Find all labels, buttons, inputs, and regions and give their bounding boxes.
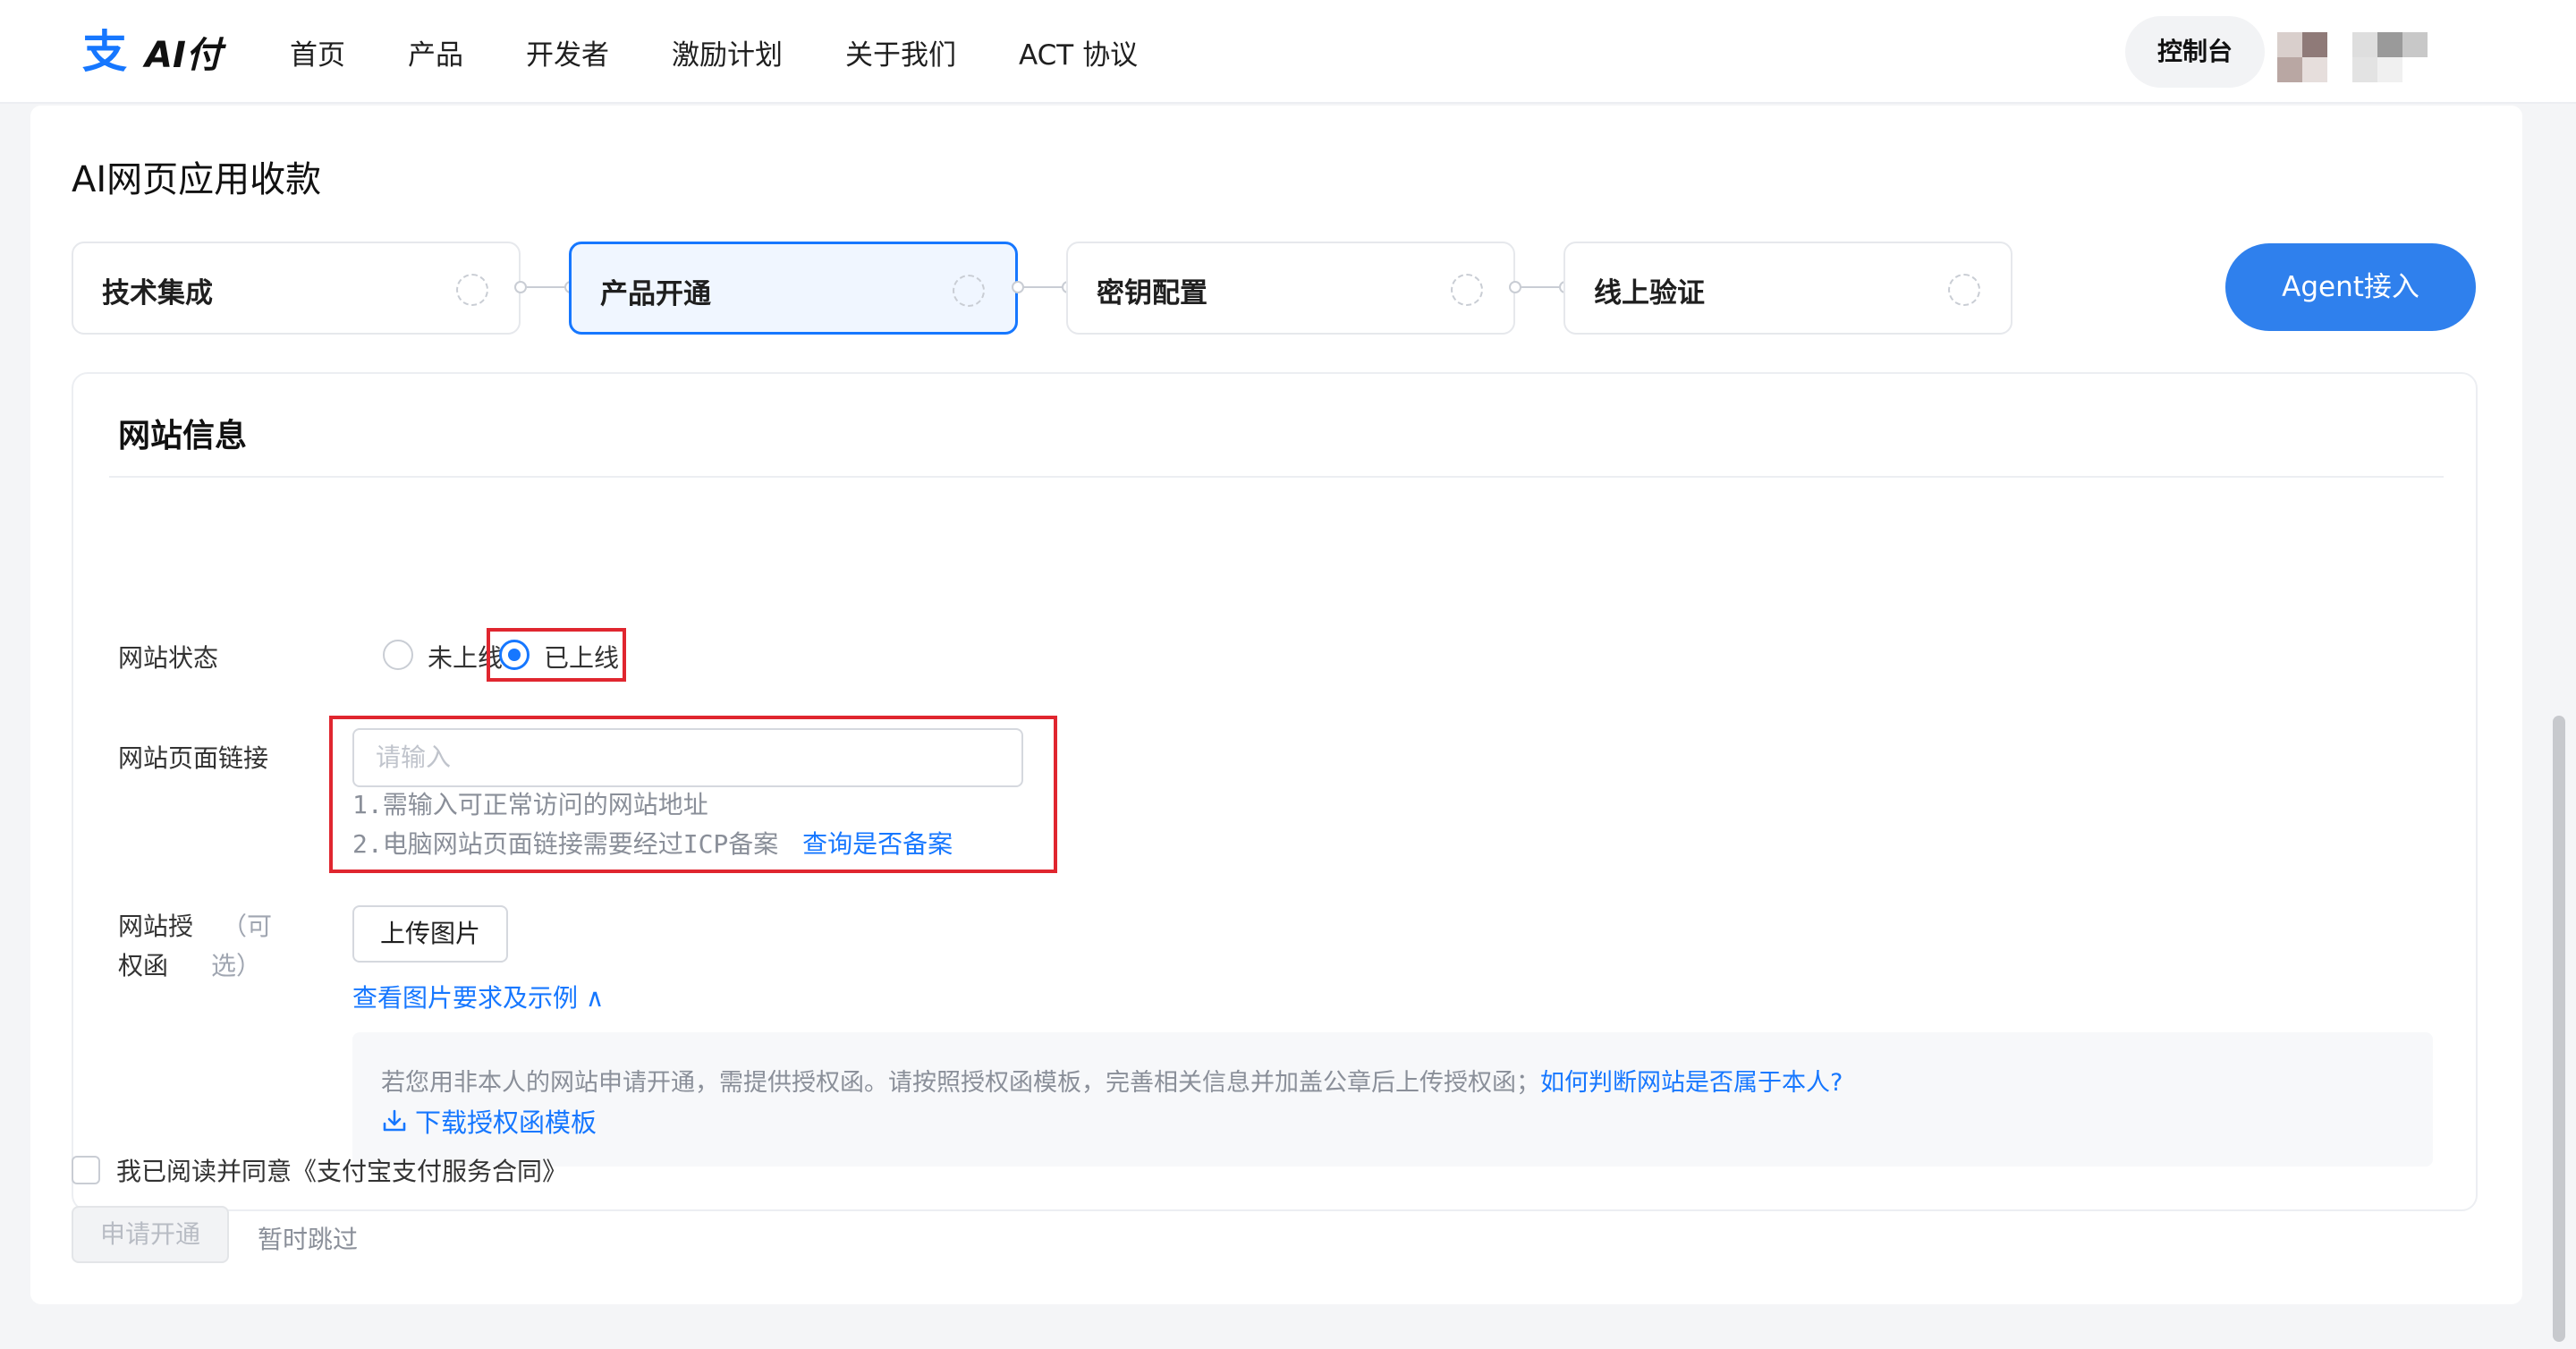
step-status-icon <box>456 274 488 306</box>
optional-label-1: （可 <box>222 912 273 941</box>
logo-text: AI付 <box>145 35 222 76</box>
auth-letter-label-1: 网站授 <box>118 912 194 941</box>
download-template-label: 下载授权函模板 <box>415 1107 597 1138</box>
view-requirements-link[interactable]: 查看图片要求及示例 ∧ <box>352 979 604 1014</box>
download-icon <box>383 1109 406 1132</box>
step-tech-integration[interactable]: 技术集成 <box>72 242 521 335</box>
step-key-config[interactable]: 密钥配置 <box>1066 242 1515 335</box>
auth-letter-label-2: 权函 <box>118 951 169 980</box>
auth-tip-text: 若您用非本人的网站申请开通，需提供授权函。请按照授权函模板，完善相关信息并加盖公… <box>381 1063 1843 1098</box>
agreement-text: 我已阅读并同意 <box>116 1157 292 1186</box>
radio-online-label[interactable]: 已上线 <box>544 639 619 674</box>
website-info-panel: 网站信息 网站状态 未上线 已上线 网站页面链接 1.需输入可正常访问的网站地址… <box>72 372 2478 1211</box>
step-connector <box>1509 281 1572 293</box>
step-status-icon <box>953 275 985 307</box>
nav-item-products[interactable]: 产品 <box>408 32 463 72</box>
step-label: 产品开通 <box>600 278 711 310</box>
step-label: 密钥配置 <box>1097 277 1208 310</box>
step-online-verification[interactable]: 线上验证 <box>1563 242 2012 335</box>
nav-item-home[interactable]: 首页 <box>290 32 345 72</box>
logo[interactable]: 支 AI付 <box>79 27 222 77</box>
divider <box>109 476 2444 478</box>
panel-title: 网站信息 <box>118 418 248 454</box>
website-url-input[interactable] <box>352 728 1023 787</box>
console-button[interactable]: 控制台 <box>2125 16 2265 88</box>
upload-image-button[interactable]: 上传图片 <box>352 905 508 963</box>
page-title: AI网页应用收款 <box>72 159 322 200</box>
step-product-activation[interactable]: 产品开通 <box>569 242 1018 335</box>
url-hint-1: 1.需输入可正常访问的网站地址 <box>352 790 708 819</box>
nav-item-act-protocol[interactable]: ACT 协议 <box>1019 32 1138 72</box>
step-connector <box>514 281 577 293</box>
url-hint-2: 2.电脑网站页面链接需要经过ICP备案 查询是否备案 <box>352 825 953 861</box>
nav-item-about[interactable]: 关于我们 <box>845 32 956 72</box>
optional-label-2: 选） <box>211 951 262 980</box>
agreement-row: 我已阅读并同意 《支付宝支付服务合同》 <box>72 1152 567 1188</box>
skip-link[interactable]: 暂时跳过 <box>258 1220 358 1256</box>
step-status-icon <box>1948 274 1980 306</box>
auth-tip-box: 若您用非本人的网站申请开通，需提供授权函。请按照授权函模板，完善相关信息并加盖公… <box>352 1032 2433 1167</box>
radio-offline[interactable] <box>383 640 413 670</box>
download-template-link[interactable]: 下载授权函模板 <box>381 1102 597 1140</box>
agreement-checkbox[interactable] <box>72 1156 100 1184</box>
apply-button[interactable]: 申请开通 <box>72 1206 229 1263</box>
nav-item-developers[interactable]: 开发者 <box>526 32 609 72</box>
step-connector <box>1012 281 1074 293</box>
website-status-label: 网站状态 <box>118 643 219 673</box>
user-avatar[interactable] <box>2277 32 2429 86</box>
agent-integration-button[interactable]: Agent接入 <box>2225 243 2476 331</box>
page-scrollbar[interactable] <box>2553 716 2565 1342</box>
top-header: 支 AI付 首页 产品 开发者 激励计划 关于我们 ACT 协议 控制台 <box>0 0 2576 104</box>
ownership-help-link[interactable]: 如何判断网站是否属于本人? <box>1540 1069 1843 1097</box>
icp-check-link[interactable]: 查询是否备案 <box>802 829 953 859</box>
step-status-icon <box>1451 274 1483 306</box>
website-url-label: 网站页面链接 <box>118 743 269 773</box>
step-label: 技术集成 <box>102 277 213 310</box>
auth-tip-body: 若您用非本人的网站申请开通，需提供授权函。请按照授权函模板，完善相关信息并加盖公… <box>381 1069 1540 1097</box>
nav-item-incentive[interactable]: 激励计划 <box>672 32 783 72</box>
url-hint-2-text: 2.电脑网站页面链接需要经过ICP备案 <box>352 829 779 859</box>
service-contract-link[interactable]: 《支付宝支付服务合同》 <box>292 1152 567 1188</box>
step-label: 线上验证 <box>1594 277 1705 310</box>
alipay-logo-icon: 支 <box>82 26 127 78</box>
main-nav: 首页 产品 开发者 激励计划 关于我们 ACT 协议 <box>290 30 1200 73</box>
radio-online[interactable] <box>499 640 530 670</box>
main-content: AI网页应用收款 技术集成 产品开通 密钥配置 线上验证 Agent接入 网站信… <box>30 106 2522 1304</box>
